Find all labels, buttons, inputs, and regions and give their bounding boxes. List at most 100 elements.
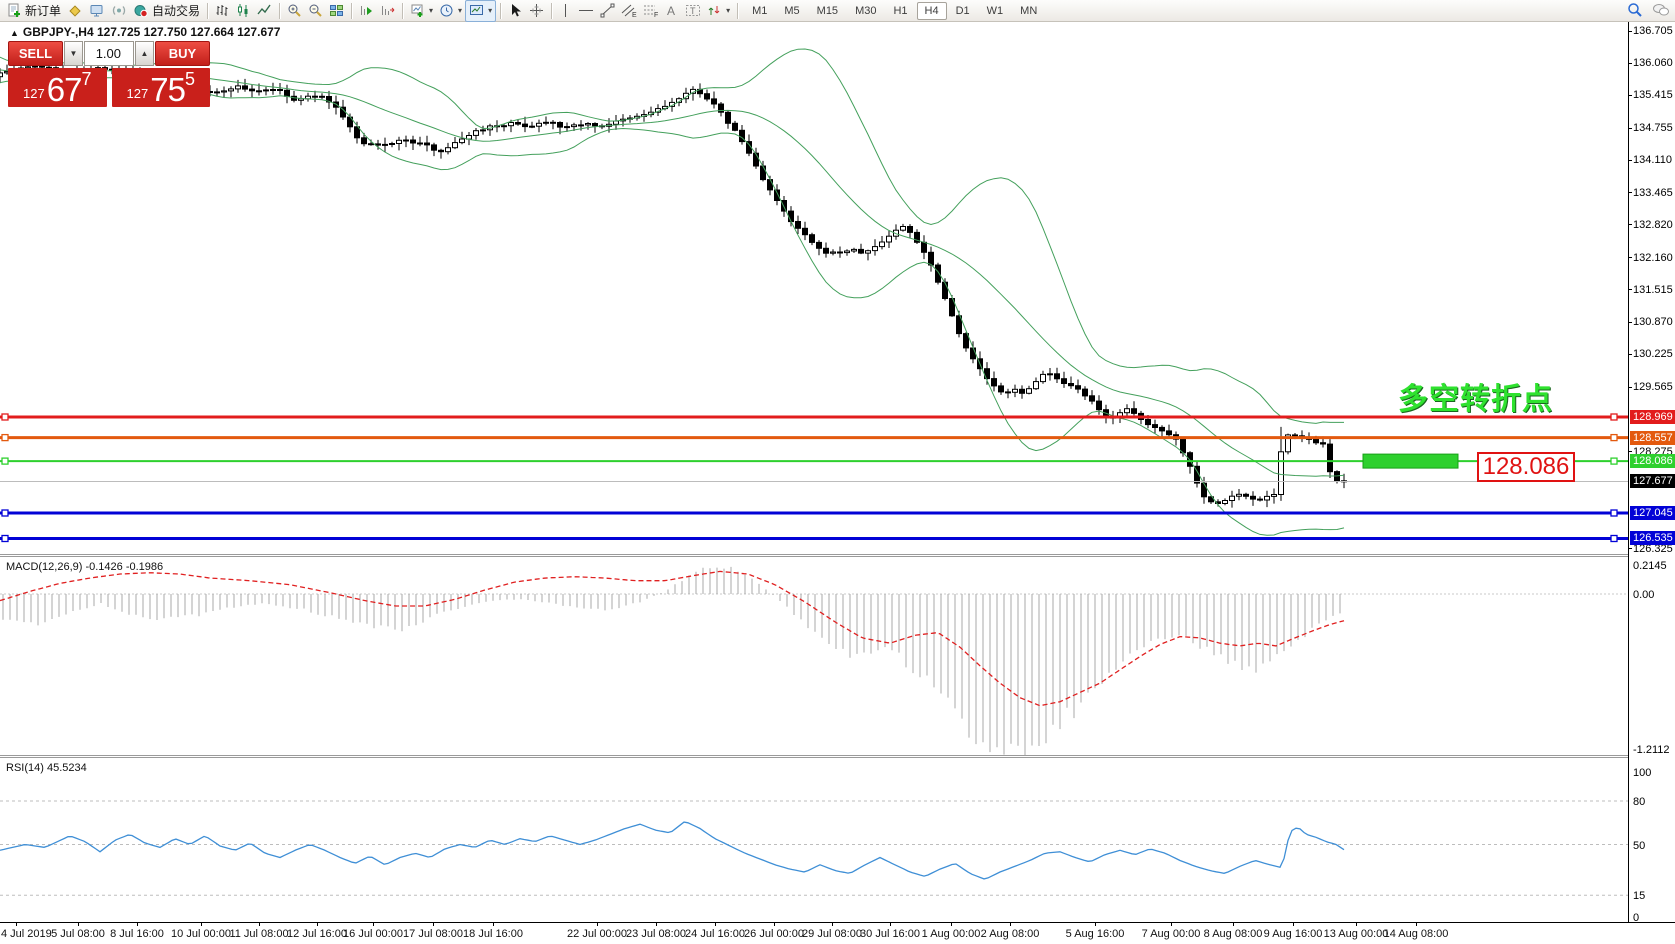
chart-bars-button[interactable] <box>212 1 233 21</box>
periods-button[interactable]: ▾ <box>436 1 465 21</box>
sell-price-sup: 7 <box>81 69 91 90</box>
tile-windows-button[interactable] <box>326 1 347 21</box>
chart-line-button[interactable] <box>254 1 275 21</box>
pane-separator[interactable] <box>0 755 1628 758</box>
text-label-icon: T <box>685 3 701 18</box>
fibonacci-button[interactable]: F <box>640 1 662 21</box>
timeframe-button-w1[interactable]: W1 <box>979 2 1012 20</box>
timeframe-button-d1[interactable]: D1 <box>948 2 978 20</box>
time-tick-mark <box>1233 923 1234 926</box>
cursor-button[interactable] <box>505 1 526 21</box>
timeframe-button-mn[interactable]: MN <box>1012 2 1045 20</box>
buy-button[interactable]: BUY <box>155 41 210 66</box>
crosshair-button[interactable] <box>526 1 547 21</box>
time-tick-mark <box>1416 923 1417 926</box>
search-icon[interactable] <box>1627 2 1643 21</box>
rsi-indicator-label: RSI(14) 45.5234 <box>6 762 87 774</box>
volume-input[interactable] <box>84 41 134 66</box>
horizontal-line-icon <box>578 3 594 18</box>
price-tick-label: 132.820 <box>1633 219 1673 231</box>
market-watch-button[interactable] <box>64 1 86 21</box>
equidistant-channel-icon: E <box>621 3 637 18</box>
timeframe-button-m1[interactable]: M1 <box>744 2 775 20</box>
template-button[interactable]: ▾ <box>465 0 496 22</box>
time-tick-mark <box>774 923 775 926</box>
turning-point-annotation[interactable]: 多空转折点 <box>1398 374 1553 418</box>
time-axis-label: 22 Jul 00:00 <box>567 928 627 940</box>
horizontal-line-button[interactable] <box>575 1 597 21</box>
new-order-icon <box>7 3 22 18</box>
time-axis-label: 18 Jul 16:00 <box>463 928 523 940</box>
autotrading-icon <box>133 3 149 18</box>
text-button[interactable]: A <box>662 1 682 21</box>
cursor-icon <box>508 3 523 18</box>
toolbar-right-group <box>1627 2 1670 21</box>
trendline-icon <box>600 3 615 18</box>
price-tick-label: 136.060 <box>1633 57 1673 69</box>
time-axis-label: 16 Jul 00:00 <box>343 928 403 940</box>
price-tick-label: 134.110 <box>1633 154 1672 166</box>
time-tick-mark <box>137 923 138 926</box>
toolbar-separator <box>500 3 501 19</box>
new-order-button[interactable]: 新订单 <box>4 1 64 21</box>
signals-button[interactable] <box>108 1 130 21</box>
price-tick-mark <box>1629 160 1632 161</box>
rsi-scale-label: 80 <box>1633 796 1645 808</box>
auto-scroll-icon <box>359 3 374 18</box>
time-axis-label: 7 Aug 00:00 <box>1142 928 1201 940</box>
timeframe-button-h4[interactable]: H4 <box>917 2 947 20</box>
price-tick-label: 130.225 <box>1633 348 1673 360</box>
sell-button[interactable]: SELL <box>8 41 63 66</box>
equidistant-channel-button[interactable]: E <box>618 1 640 21</box>
zoom-out-button[interactable] <box>305 1 326 21</box>
price-tick-mark <box>1629 322 1632 323</box>
timeframe-button-h1[interactable]: H1 <box>885 2 915 20</box>
main-chart-pane[interactable] <box>0 22 1628 554</box>
volume-decrease-button[interactable]: ▼ <box>64 41 83 66</box>
price-tick-label: 129.565 <box>1633 381 1673 393</box>
time-axis[interactable]: 4 Jul 20195 Jul 08:008 Jul 16:0010 Jul 0… <box>0 922 1675 944</box>
svg-text:E: E <box>632 12 637 18</box>
timeframe-button-m30[interactable]: M30 <box>847 2 884 20</box>
vertical-line-button[interactable] <box>556 1 575 21</box>
rsi-pane[interactable] <box>0 758 1628 922</box>
time-axis-label: 12 Jul 16:00 <box>287 928 347 940</box>
chart-shift-button[interactable] <box>377 1 398 21</box>
time-axis-label: 29 Jul 08:00 <box>802 928 862 940</box>
tile-windows-icon <box>329 3 344 18</box>
auto-scroll-button[interactable] <box>356 1 377 21</box>
price-tick-label: 136.705 <box>1633 25 1673 37</box>
timeframe-button-m15[interactable]: M15 <box>809 2 846 20</box>
time-axis-label: 5 Aug 16:00 <box>1066 928 1125 940</box>
pane-separator[interactable] <box>0 554 1628 557</box>
chat-icon[interactable] <box>1652 2 1670 21</box>
macd-pane[interactable] <box>0 557 1628 755</box>
price-badge: 127.045 <box>1630 506 1675 520</box>
text-label-button[interactable]: T <box>682 1 704 21</box>
time-tick-mark <box>1356 923 1357 926</box>
terminal-button[interactable] <box>86 1 108 21</box>
arrows-icon <box>707 3 722 18</box>
arrows-button[interactable]: ▾ <box>704 1 733 21</box>
chart-candles-button[interactable] <box>233 1 254 21</box>
zoom-in-button[interactable] <box>284 1 305 21</box>
volume-increase-button[interactable]: ▲ <box>135 41 154 66</box>
time-axis-label: 2 Aug 08:00 <box>981 928 1040 940</box>
price-flag-box[interactable]: 128.086 <box>1477 452 1575 482</box>
terminal-icon <box>89 3 105 18</box>
time-axis-label: 11 Jul 08:00 <box>229 928 288 940</box>
price-tick-label: 135.415 <box>1633 89 1673 101</box>
price-badge: 127.677 <box>1630 474 1675 488</box>
trendline-button[interactable] <box>597 1 618 21</box>
time-tick-mark <box>1095 923 1096 926</box>
svg-text:T: T <box>690 6 696 16</box>
timeframe-button-m5[interactable]: M5 <box>776 2 807 20</box>
new-chart-button[interactable]: ▾ <box>407 1 436 21</box>
buy-price-box[interactable]: 127 75 5 <box>112 68 211 107</box>
sell-price-box[interactable]: 127 67 7 <box>8 68 107 107</box>
price-axis[interactable]: 136.705136.060135.415134.755134.110133.4… <box>1628 22 1675 922</box>
collapse-arrow-icon[interactable]: ▲ <box>10 28 19 38</box>
toolbar: 新订单 自动交易 ▾ ▾ ▾ E F A T ▾ M1M5M15M30H1H4D… <box>0 0 1675 22</box>
autotrading-button[interactable]: 自动交易 <box>130 1 203 21</box>
sell-price-prefix: 127 <box>23 86 45 101</box>
